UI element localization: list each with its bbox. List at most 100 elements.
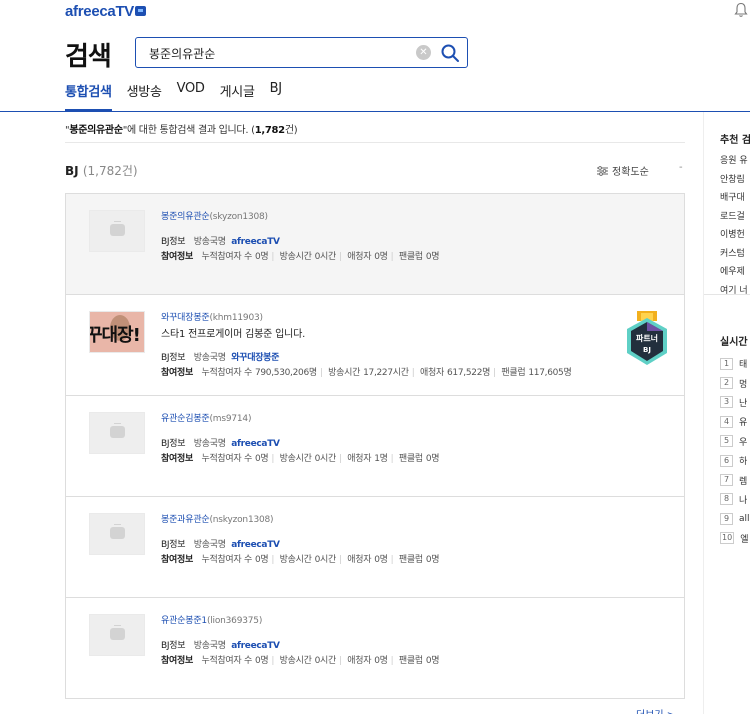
station-label: 방송국명 bbox=[193, 353, 226, 363]
realtime-item[interactable]: 10 엘 bbox=[720, 529, 750, 548]
tv-placeholder-icon[interactable] bbox=[89, 614, 145, 656]
recommend-item[interactable]: 여기 너 bbox=[720, 282, 748, 301]
tab-posts[interactable]: 게시글 bbox=[220, 78, 255, 111]
realtime-item[interactable]: 8나 bbox=[720, 490, 750, 509]
realtime-item[interactable]: 5우 bbox=[720, 432, 750, 451]
viewers-total-value: 0명 bbox=[254, 252, 269, 262]
bj-profile-thumbnail[interactable]: 꾸대장! bbox=[89, 311, 145, 353]
realtime-keyword: 하 bbox=[739, 457, 748, 468]
station-link[interactable]: 와꾸대장봉준 bbox=[231, 353, 279, 363]
recommend-item[interactable]: 이병헌 bbox=[720, 226, 748, 245]
fans-value: 0명 bbox=[374, 656, 388, 666]
bj-name-link[interactable]: 봉준과유관순(nskyzon1308) bbox=[161, 512, 274, 525]
row-separator: | bbox=[411, 368, 415, 378]
station-link[interactable]: afreecaTV bbox=[231, 439, 280, 449]
participation-label: 참여정보 bbox=[161, 252, 193, 262]
broadcast-time-label: 방송시간 bbox=[279, 555, 312, 565]
recommend-item[interactable]: 에우제 bbox=[720, 263, 748, 282]
realtime-item[interactable]: 9 all bbox=[720, 509, 750, 528]
viewers-total-value: 0명 bbox=[254, 555, 269, 565]
bj-result-card[interactable]: 봉준의유관순(skyzon1308) BJ정보 방송국명 afreecaTV 참… bbox=[66, 194, 684, 294]
bj-section-count: (1,782건) bbox=[82, 164, 138, 178]
rank-number: 4 bbox=[720, 415, 733, 428]
viewers-total-value: 790,530,206명 bbox=[254, 368, 317, 378]
bj-nickname: 유관순김봉준 bbox=[161, 414, 210, 424]
participation-label: 참여정보 bbox=[161, 454, 193, 464]
search-summary: "봉준의유관순"에 대한 통합검색 결과 입니다. (1,782건) bbox=[65, 121, 298, 136]
afreecatv-logo[interactable]: afreecaTV bbox=[65, 3, 147, 20]
station-link[interactable]: afreecaTV bbox=[231, 540, 280, 550]
fans-value: 0명 bbox=[374, 252, 388, 262]
bj-info-row: BJ정보 방송국명 afreecaTV bbox=[161, 638, 280, 651]
more-link[interactable]: 더보기 > bbox=[636, 706, 675, 714]
recommend-item[interactable]: 커스텀 bbox=[720, 245, 748, 264]
rank-number: 1 bbox=[720, 357, 733, 370]
summary-suffix: 건) bbox=[284, 125, 298, 136]
bj-result-card[interactable]: 유관순봉준1(lion369375) BJ정보 방송국명 afreecaTV 참… bbox=[66, 597, 684, 698]
recommend-item[interactable]: 응원 유 bbox=[720, 152, 748, 171]
bj-name-link[interactable]: 봉준의유관순(skyzon1308) bbox=[161, 209, 268, 222]
station-label: 방송국명 bbox=[193, 641, 226, 651]
viewers-total-label: 누적참여자 수 bbox=[201, 454, 252, 464]
realtime-item[interactable]: 2멍 bbox=[720, 373, 750, 392]
broadcast-time-value: 0시간 bbox=[314, 252, 337, 262]
rank-number: 7 bbox=[720, 474, 733, 487]
bj-result-card[interactable]: 꾸대장! 와꾸대장봉준(khm11903) 스타1 전프로게이머 김봉준 입니다… bbox=[66, 294, 684, 395]
search-input[interactable] bbox=[149, 44, 409, 62]
bell-icon[interactable] bbox=[734, 2, 748, 18]
row-separator: | bbox=[338, 252, 342, 262]
tab-divider bbox=[0, 111, 750, 112]
tv-placeholder-icon[interactable] bbox=[89, 210, 145, 252]
participation-row: 참여정보 누적참여자 수 0명 | 방송시간 0시간 | 애청자 0명 | 팬클럽 0명 bbox=[161, 249, 440, 262]
row-separator: | bbox=[493, 368, 496, 378]
summary-divider bbox=[65, 142, 685, 143]
tv-placeholder-icon[interactable] bbox=[89, 513, 145, 555]
realtime-item[interactable]: 6하 bbox=[720, 451, 750, 470]
realtime-keyword: 우 bbox=[739, 437, 748, 448]
top-bar: afreecaTV bbox=[0, 0, 750, 28]
row-separator: | bbox=[271, 555, 275, 565]
bj-name-link[interactable]: 유관순봉준1(lion369375) bbox=[161, 613, 262, 626]
fans-label: 애청자 bbox=[347, 555, 372, 565]
bj-nickname: 유관순봉준1 bbox=[161, 616, 207, 626]
realtime-item[interactable]: 4유 bbox=[720, 412, 750, 431]
bj-name-link[interactable]: 유관순김봉준(ms9714) bbox=[161, 411, 251, 424]
station-link[interactable]: afreecaTV bbox=[231, 237, 280, 247]
tab-live[interactable]: 생방송 bbox=[127, 78, 162, 111]
tab-integrated[interactable]: 통합검색 bbox=[65, 78, 112, 111]
bj-id: (skyzon1308) bbox=[209, 212, 268, 222]
realtime-item[interactable]: 1태 bbox=[720, 354, 750, 373]
station-link[interactable]: afreecaTV bbox=[231, 641, 280, 651]
clear-icon[interactable]: ✕ bbox=[416, 45, 431, 60]
tab-bj[interactable]: BJ bbox=[270, 78, 282, 111]
recommend-item[interactable]: 배구대 bbox=[720, 189, 748, 208]
tv-placeholder-icon[interactable] bbox=[89, 412, 145, 454]
bj-id: (khm11903) bbox=[209, 313, 263, 323]
bj-info-label: BJ정보 bbox=[161, 641, 186, 651]
realtime-item[interactable]: 3난 bbox=[720, 393, 750, 412]
sort-icon bbox=[597, 165, 608, 176]
right-sidebar: 추천 검 응원 유 안창림 배구대 로드걸 이병헌 커스텀 에우제 여기 너 실… bbox=[703, 112, 750, 714]
realtime-keyword: 나 bbox=[739, 495, 748, 506]
sort-caret: - bbox=[679, 162, 683, 173]
bj-info-row: BJ정보 방송국명 와꾸대장봉준 bbox=[161, 350, 279, 363]
recommend-item[interactable]: 안창림 bbox=[720, 171, 748, 190]
tab-vod[interactable]: VOD bbox=[177, 78, 205, 111]
rank-number: 10 bbox=[720, 532, 735, 545]
fans-label: 애청자 bbox=[347, 252, 372, 262]
participation-row: 참여정보 누적참여자 수 0명 | 방송시간 0시간 | 애청자 0명 | 팬클럽 0명 bbox=[161, 653, 440, 666]
search-icon[interactable] bbox=[440, 43, 460, 63]
broadcast-time-value: 17,227시간 bbox=[363, 368, 409, 378]
realtime-item[interactable]: 7렘 bbox=[720, 470, 750, 489]
realtime-list: 1태 2멍 3난 4유 5우 6하 7렘 8나 9 all 10 엘 bbox=[720, 354, 750, 548]
bj-info-row: BJ정보 방송국명 afreecaTV bbox=[161, 537, 280, 550]
bj-result-card[interactable]: 유관순김봉준(ms9714) BJ정보 방송국명 afreecaTV 참여정보 … bbox=[66, 395, 684, 496]
station-label: 방송국명 bbox=[193, 237, 226, 247]
broadcast-time-value: 0시간 bbox=[314, 555, 337, 565]
bj-result-card[interactable]: 봉준과유관순(nskyzon1308) BJ정보 방송국명 afreecaTV … bbox=[66, 496, 684, 597]
participation-label: 참여정보 bbox=[161, 656, 193, 666]
sort-dropdown[interactable]: 정확도순 - bbox=[597, 162, 683, 178]
recommend-item[interactable]: 로드걸 bbox=[720, 208, 748, 227]
broadcast-time-label: 방송시간 bbox=[279, 454, 312, 464]
bj-name-link[interactable]: 와꾸대장봉준(khm11903) bbox=[161, 310, 263, 323]
